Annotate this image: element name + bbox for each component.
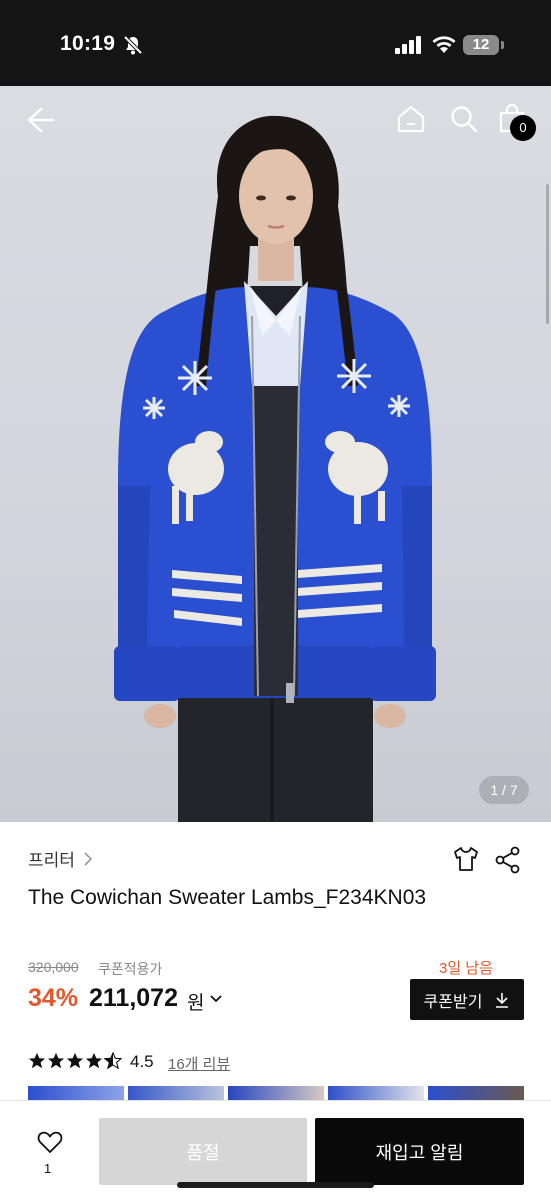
search-icon[interactable] <box>449 104 479 134</box>
coupon-days-left: 3일 남음 <box>439 960 493 977</box>
rating-value: 4.5 <box>130 1052 154 1071</box>
product-title: The Cowichan Sweater Lambs_F234KN03 <box>28 886 427 909</box>
brand-name: 프리터 <box>28 851 75 870</box>
status-time: 10:19 <box>60 32 116 55</box>
chevron-right-icon <box>84 851 93 866</box>
product-image[interactable] <box>0 86 551 822</box>
size-guide-shirt-icon[interactable] <box>451 844 481 874</box>
like-button[interactable] <box>30 1130 70 1159</box>
image-counter: 1 / 7 <box>479 776 529 804</box>
original-price: 320,000 <box>28 959 79 975</box>
star-icon <box>85 1052 103 1069</box>
currency-unit: 원 <box>187 993 205 1014</box>
brand-link[interactable]: 프리터 <box>28 846 93 871</box>
restock-alert-button[interactable]: 재입고 알림 <box>315 1118 524 1185</box>
battery-nub <box>501 41 504 49</box>
wifi-icon <box>432 36 456 53</box>
price-detail-chevron-down-icon[interactable] <box>209 994 223 1004</box>
download-coupon-button[interactable]: 쿠폰받기 <box>410 979 524 1020</box>
scroll-indicator[interactable] <box>546 184 549 324</box>
cellular-signal-icon <box>395 36 421 54</box>
status-bar: 10:19 12 <box>0 0 551 86</box>
home-indicator <box>177 1182 374 1188</box>
reviews-link[interactable]: 16개 리뷰 <box>168 1053 230 1074</box>
bell-off-icon <box>123 35 143 55</box>
share-icon[interactable] <box>494 845 522 875</box>
rating-stars <box>28 1052 123 1070</box>
back-arrow-icon[interactable] <box>26 106 56 134</box>
heart-icon <box>37 1131 63 1153</box>
star-icon <box>28 1052 46 1069</box>
discount-rate: 34% <box>28 984 79 1012</box>
download-icon <box>496 992 509 1008</box>
model-photo <box>114 115 436 822</box>
cart-count-badge: 0 <box>510 115 536 141</box>
home-icon[interactable] <box>396 104 426 134</box>
star-icon <box>47 1052 65 1069</box>
soldout-button[interactable]: 품절 <box>99 1118 307 1185</box>
half-star-icon <box>104 1052 122 1070</box>
star-icon <box>66 1052 84 1069</box>
coupon-button-label: 쿠폰받기 <box>423 993 483 1011</box>
sale-price: 211,072 <box>89 984 178 1012</box>
like-count: 1 <box>44 1161 52 1176</box>
battery-level: 12 <box>463 35 499 55</box>
coupon-price-note: 쿠폰적용가 <box>98 961 163 977</box>
